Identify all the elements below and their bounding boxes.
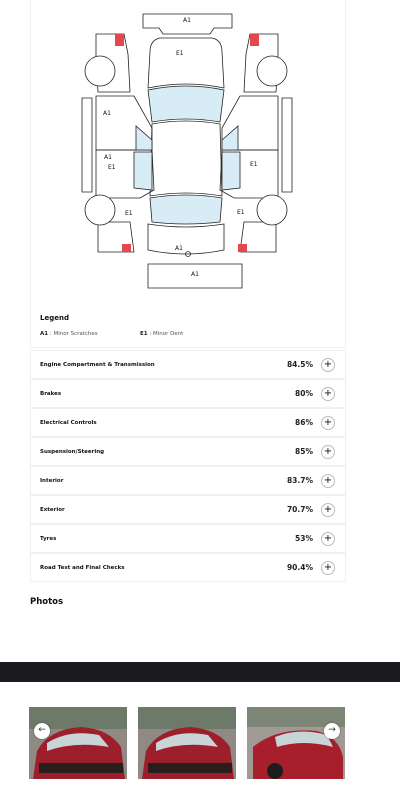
expand-plus-icon[interactable]: + bbox=[321, 474, 335, 488]
label-right-rear-e1: E1 bbox=[250, 161, 258, 168]
expand-plus-icon[interactable]: + bbox=[321, 416, 335, 430]
damage-marker-right-front bbox=[250, 34, 259, 46]
label-bumper-a1: A1 bbox=[191, 271, 199, 278]
score-value: 70.7% bbox=[286, 505, 313, 514]
right-rear-window bbox=[221, 151, 241, 191]
label-right-sill-e1: E1 bbox=[237, 209, 245, 216]
expand-plus-icon[interactable]: + bbox=[321, 561, 335, 575]
legend-item-dent: E1 : Minor Dent bbox=[140, 331, 184, 337]
expand-plus-icon[interactable]: + bbox=[321, 503, 335, 517]
score-row-engine[interactable]: Engine Compartment & Transmission 84.5% … bbox=[30, 350, 346, 379]
score-value: 86% bbox=[295, 418, 313, 427]
carousel-prev-button[interactable]: ← bbox=[34, 723, 50, 739]
score-label: Interior bbox=[40, 478, 64, 484]
right-front-wheel bbox=[256, 55, 288, 87]
label-left-rear-a1: A1 bbox=[104, 154, 112, 161]
label-trunk-a1: A1 bbox=[175, 245, 183, 252]
damage-marker-left-rear bbox=[122, 244, 131, 252]
score-value: 83.7% bbox=[286, 476, 313, 485]
photos-title: Photos bbox=[30, 597, 64, 607]
car-damage-diagram: A1 E1 A1 A1 E1 E1 E1 E1 A1 A1 bbox=[81, 13, 293, 289]
right-sill bbox=[281, 97, 293, 193]
roof-panel bbox=[149, 120, 223, 197]
score-label: Brakes bbox=[40, 391, 62, 397]
left-front-window bbox=[135, 125, 153, 151]
footer-band bbox=[0, 662, 400, 682]
score-value: 53% bbox=[295, 534, 313, 543]
score-row-suspension[interactable]: Suspension/Steering 85% + bbox=[30, 437, 346, 466]
label-top-a1: A1 bbox=[183, 17, 191, 24]
car-photo-2[interactable] bbox=[138, 707, 236, 779]
score-label: Tyres bbox=[40, 536, 57, 542]
hood-panel bbox=[147, 37, 225, 89]
score-value: 90.4% bbox=[286, 563, 313, 572]
label-left-front-a1: A1 bbox=[103, 110, 111, 117]
score-value: 85% bbox=[295, 447, 313, 456]
right-rear-wheel bbox=[256, 194, 288, 226]
windshield bbox=[147, 85, 225, 123]
left-rear-wheel bbox=[84, 194, 116, 226]
legend-title: Legend bbox=[40, 314, 69, 322]
score-label: Engine Compartment & Transmission bbox=[40, 362, 155, 368]
left-sill bbox=[81, 97, 93, 193]
expand-plus-icon[interactable]: + bbox=[321, 445, 335, 459]
expand-plus-icon[interactable]: + bbox=[321, 387, 335, 401]
score-value: 80% bbox=[295, 389, 313, 398]
damage-marker-left-front bbox=[115, 34, 124, 46]
rear-window bbox=[149, 194, 223, 225]
trunk-panel bbox=[147, 223, 225, 255]
right-front-window bbox=[221, 125, 239, 151]
score-label: Exterior bbox=[40, 507, 65, 513]
carousel-next-button[interactable]: → bbox=[324, 723, 340, 739]
left-front-wheel bbox=[84, 55, 116, 87]
label-left-sill-e1: E1 bbox=[125, 210, 133, 217]
left-rear-window bbox=[133, 151, 153, 191]
score-row-exterior[interactable]: Exterior 70.7% + bbox=[30, 495, 346, 524]
score-label: Suspension/Steering bbox=[40, 449, 105, 455]
label-left-rear-e1: E1 bbox=[108, 164, 116, 171]
score-row-electrical[interactable]: Electrical Controls 86% + bbox=[30, 408, 346, 437]
score-row-tyres[interactable]: Tyres 53% + bbox=[30, 524, 346, 553]
score-row-brakes[interactable]: Brakes 80% + bbox=[30, 379, 346, 408]
car-photo-3[interactable] bbox=[247, 707, 345, 779]
damage-marker-right-rear bbox=[238, 244, 247, 252]
score-label: Electrical Controls bbox=[40, 420, 97, 426]
car-photo-1[interactable] bbox=[29, 707, 127, 779]
score-label: Road Test and Final Checks bbox=[40, 565, 125, 571]
score-value: 84.5% bbox=[286, 360, 313, 369]
legend-item-scratch: A1 : Minor Scratches bbox=[40, 331, 98, 337]
label-hood-e1: E1 bbox=[176, 50, 184, 57]
score-row-road-test[interactable]: Road Test and Final Checks 90.4% + bbox=[30, 553, 346, 582]
expand-plus-icon[interactable]: + bbox=[321, 358, 335, 372]
score-row-interior[interactable]: Interior 83.7% + bbox=[30, 466, 346, 495]
expand-plus-icon[interactable]: + bbox=[321, 532, 335, 546]
